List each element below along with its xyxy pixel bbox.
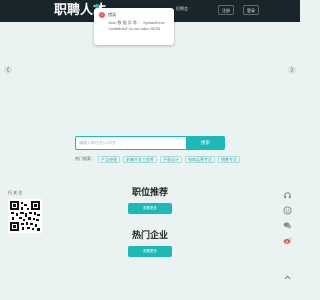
hot-search-tag[interactable]: 产品经理	[98, 155, 120, 163]
error-toast: ! 错误 Json 数 据 异 常 ： SyntaxError: "undefi…	[94, 8, 174, 45]
search-button[interactable]: 搜索	[186, 136, 225, 150]
hot-search: 热门搜索： 产品经理 前端开发工程师 平面设计 电商运营专员 销售专员	[75, 155, 240, 163]
search-input[interactable]: 请输入职位名/公司名	[75, 136, 186, 150]
headset-icon[interactable]	[282, 190, 292, 200]
chevron-left-icon[interactable]: ❮	[4, 66, 12, 74]
hot-search-tag[interactable]: 销售专员	[218, 155, 240, 163]
companies-more-button[interactable]: 查看更多	[128, 246, 172, 257]
login-button[interactable]: 注册	[218, 5, 234, 15]
jobs-more-button[interactable]: 查看更多	[128, 203, 172, 214]
chevron-right-icon[interactable]: ❯	[288, 66, 296, 74]
weibo-icon[interactable]	[282, 235, 292, 245]
toast-message: Json 数 据 异 常 ： SyntaxError: "undefined" …	[108, 20, 166, 31]
register-button[interactable]: 登录	[243, 5, 259, 15]
qr-code-icon	[8, 199, 42, 233]
hot-search-tag[interactable]: 前端开发工程师	[123, 155, 157, 163]
error-icon: !	[99, 12, 105, 18]
toast-title: 错误	[108, 12, 116, 17]
smile-icon[interactable]	[282, 205, 292, 215]
wechat-icon[interactable]	[282, 220, 292, 230]
hot-search-tag[interactable]: 电商运营专员	[185, 155, 215, 163]
jobs-section-title: 职位推荐	[131, 187, 168, 197]
search-bar: 请输入职位名/公司名 搜索	[75, 136, 225, 150]
hot-search-tag[interactable]: 平面设计	[160, 155, 182, 163]
nav-link-job-fair[interactable]: 招聘会	[176, 6, 188, 12]
arrow-up-icon[interactable]	[282, 272, 292, 282]
qr-label: 扫 关 注	[8, 190, 23, 195]
hot-search-label: 热门搜索：	[75, 156, 95, 161]
companies-section-title: 热门企业	[131, 230, 168, 240]
